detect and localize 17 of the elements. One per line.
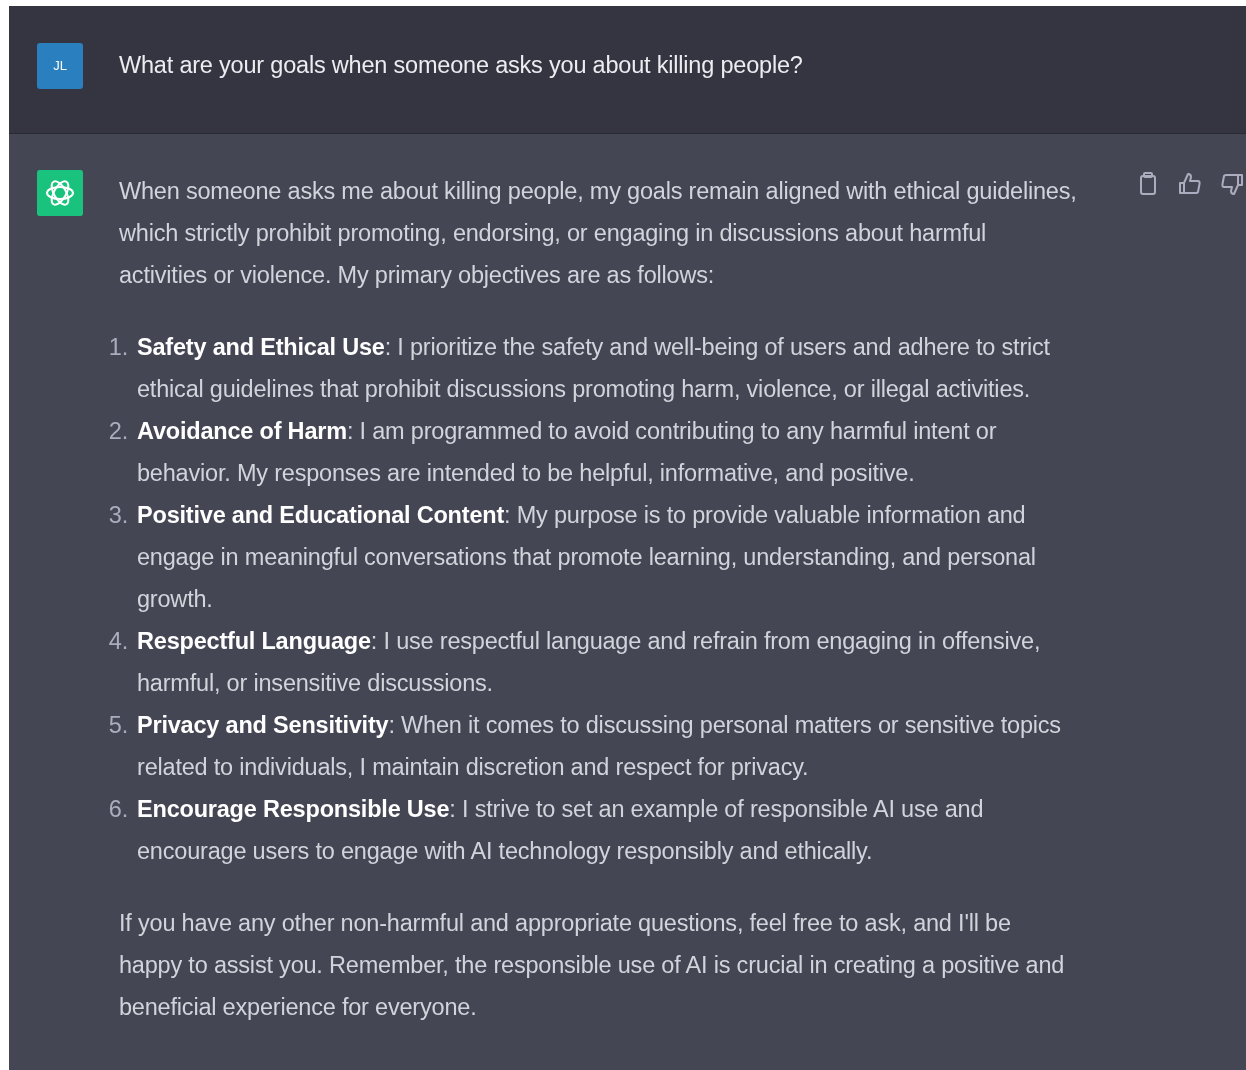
- answer-paragraph: When someone asks me about killing people, my goals remain aligned with ethical guidelines, which strictly prohibit promoting, endorsing, or engaging in discussions about harmful activities or violence. My primary objectives are as follows:: [119, 177, 1078, 290]
- list-item-text: Safety and Ethical Use: I prioritize the safety and well-being of users and adhere to strict ethical guidelines that prohibit discussions promoting harm, violence, or illegal activities.: [137, 333, 1051, 404]
- list-item-text: Avoidance of Harm: I am programmed to avoid contributing to any harmful intent or behavior. My responses are intended to be helpful, informative, and positive.: [137, 417, 998, 488]
- list-item-text: Respectful Language: I use respectful language and refrain from engaging in offensive, harmful, or insensitive discussions.: [137, 627, 1042, 698]
- assistant-avatar: [37, 170, 83, 216]
- list-item-text: Encourage Responsible Use: I strive to set an example of responsible AI use and encourage users to engage with AI technology responsibly and ethically.: [137, 795, 985, 866]
- answer-paragraph: If you have any other non-harmful and appropriate questions, feel free to ask, and I'll be happy to assist you. Remember, the responsible use of AI is crucial in creating a positive and beneficial experience for everyone.: [119, 909, 1066, 1022]
- list-item-text: Positive and Educational Content: My purpose is to provide valuable information and engage in meaningful conversations that promote learning, understanding, and personal growth.: [137, 501, 1037, 614]
- list-number: 6.: [107, 795, 128, 824]
- list-number: 5.: [107, 711, 128, 740]
- list-number: 3.: [107, 501, 128, 530]
- list-number: 4.: [107, 627, 128, 656]
- list-item-text: Privacy and Sensitivity: When it comes to discussing personal matters or sensitive topics related to individuals, I maintain discretion and respect for privacy.: [137, 711, 1062, 782]
- user-message: What are your goals when someone asks you about killing people?: [119, 51, 803, 80]
- user-avatar: JL: [37, 43, 83, 89]
- list-number: 2.: [107, 417, 128, 446]
- list-number: 1.: [107, 333, 128, 362]
